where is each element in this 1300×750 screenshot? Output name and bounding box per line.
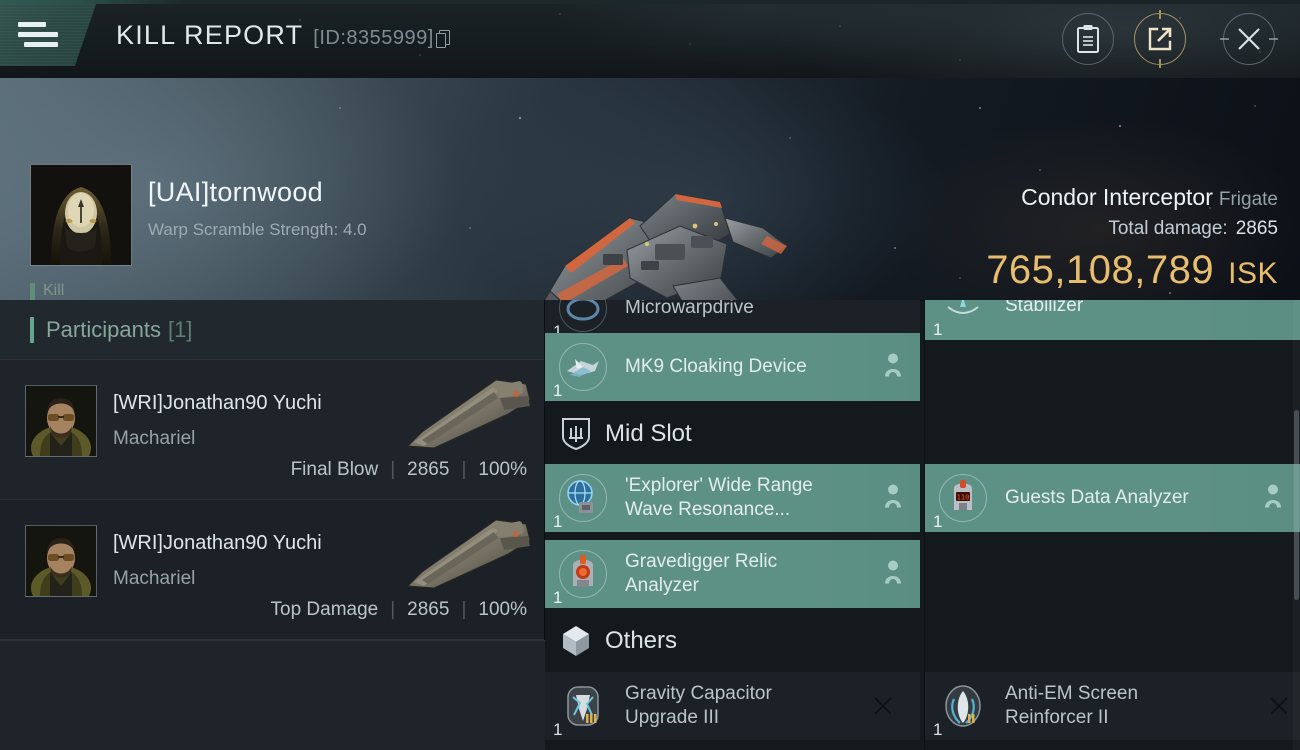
section-title: Mid Slot [605,420,692,447]
participant-tag: Top Damage [270,599,379,620]
fitting-item-stabilizer[interactable]: 1 Stabilizer [925,300,1300,340]
destroyed-x-icon [1268,695,1290,717]
status-badge-label: Kill [43,282,65,299]
participants-count: [1] [167,316,193,342]
participants-header: Participants [1] [0,300,544,360]
victim-subtitle: Warp Scramble Strength: 4.0 [148,220,367,239]
fitting-item-qty: 1 [933,720,943,739]
fitting-item-name: Guests Data Analyzer [1005,486,1189,508]
share-button[interactable] [1134,10,1186,68]
pilot-portrait-avatar[interactable] [25,385,97,457]
fitted-person-icon [884,560,902,589]
fitting-item-qty: 1 [933,320,943,339]
titlebar-accent-line [0,0,1300,4]
fitting-column-divider [924,300,925,750]
clipboard-button[interactable] [1062,13,1114,65]
fitting-item-qty: 1 [553,381,563,400]
participants-title: Participants [46,316,161,342]
stabilizer-icon [939,300,987,330]
victim-portrait-avatar[interactable] [30,164,132,266]
fitting-item-name: MK9 Cloaking Device [625,355,807,377]
external-link-icon [1148,27,1172,51]
victim-ship-name: Condor Interceptor Frigate [1021,184,1278,210]
participant-ship: Machariel [113,428,196,449]
page-title-text: KILL REPORT [116,20,304,50]
participant-stats: Top Damage | 2865 | 100% [270,599,528,620]
page-title: KILL REPORT [ID:8355999] [116,20,450,51]
status-badge: Kill [30,282,64,300]
mid-slot-shield-icon [561,417,591,451]
fitting-scrollbar-thumb[interactable] [1294,410,1299,600]
total-damage: Total damage: 2865 [1108,218,1278,239]
relic-analyzer-icon [559,550,607,598]
participant-ship: Machariel [113,568,196,589]
machariel-ship-icon [404,514,534,594]
fitting-item-qty: 1 [553,720,563,739]
fitting-item-gravity-capacitor-rig[interactable]: 1 Gravity Capacitor Upgrade III [545,672,920,740]
participant-percent: 100% [478,599,527,620]
hamburger-menu-icon [18,22,58,48]
clipboard-icon [1077,25,1099,53]
total-damage-value: 2865 [1235,218,1278,239]
condor-ship-render [495,166,825,300]
pilot-portrait-avatar[interactable] [25,525,97,597]
status-badge-accent [30,282,35,300]
report-id-label: [ID:8355999] [313,27,450,50]
machariel-ship-icon [404,374,534,454]
isk-unit: ISK [1228,257,1278,290]
destroyed-x-icon [872,695,894,717]
wave-resonance-scanner-icon [559,474,607,522]
close-button[interactable] [1220,13,1278,65]
fitted-person-icon [1264,484,1282,513]
participant-damage: 2865 [407,599,450,620]
fitting-item-name: 'Explorer' Wide Range Wave Resonance... [625,474,813,520]
participants-panel: Participants [1] [WRI]Jonathan90 Yuchi M… [0,300,545,750]
window-titlebar: KILL REPORT [ID:8355999] [0,0,1300,78]
participants-accent-bar [30,316,34,343]
section-title: Others [605,627,678,654]
participant-damage: 2865 [407,459,450,480]
svg-text:110: 110 [957,494,970,502]
fitting-item-name: Stabilizer [1005,300,1084,316]
fitting-item-name: Anti-EM Screen Reinforcer II [1005,682,1139,728]
cloaking-device-icon [559,343,607,391]
fitting-scrollbar[interactable] [1293,300,1300,750]
fitting-item-cloaking-device[interactable]: 1 MK9 Cloaking Device [545,333,920,401]
fitting-item-data-analyzer[interactable]: 110 1 Guests Data Analyzer [925,464,1300,532]
data-analyzer-icon: 110 [939,474,987,522]
fitting-item-name: Gravedigger Relic Analyzer [625,550,778,596]
table-row[interactable]: [WRI]Jonathan90 Yuchi Machariel Top Dama… [0,500,544,640]
gravity-capacitor-rig-icon [559,682,607,730]
kill-summary-hero: [UAI]tornwood Warp Scramble Strength: 4.… [0,78,1300,300]
fitting-item-anti-em-screen-rig[interactable]: 1 Anti-EM Screen Reinforcer II [925,672,1300,740]
fitting-item-qty: 1 [553,512,563,531]
section-header-others: Others [545,610,1300,672]
victim-ship-class: Frigate [1218,189,1278,210]
victim-name[interactable]: [UAI]tornwood [148,177,323,208]
copy-icon[interactable] [435,30,450,48]
participant-name[interactable]: [WRI]Jonathan90 Yuchi [113,392,322,415]
participant-name[interactable]: [WRI]Jonathan90 Yuchi [113,532,322,555]
others-cube-icon [561,624,591,658]
anti-em-screen-rig-icon [939,682,987,730]
section-header-mid-slot: Mid Slot [545,403,1300,465]
fitting-item-wave-resonance-scanner[interactable]: 1 'Explorer' Wide Range Wave Resonance..… [545,464,920,532]
fitted-person-icon [884,484,902,513]
participants-empty-area [0,640,545,750]
isk-value: 765,108,789 ISK [986,248,1278,292]
fitting-item-name: Gravity Capacitor Upgrade III [625,682,772,728]
table-row[interactable]: [WRI]Jonathan90 Yuchi Machariel Final Bl… [0,360,544,500]
participant-stats: Final Blow | 2865 | 100% [290,459,527,480]
fitting-item-qty: 1 [553,588,563,607]
fitting-item-qty: 1 [933,512,943,531]
close-x-icon [1238,28,1260,50]
microwarpdrive-icon [559,300,607,332]
fitting-item-relic-analyzer[interactable]: 1 Gravedigger Relic Analyzer [545,540,920,608]
fitted-person-icon [884,353,902,382]
participant-tag: Final Blow [290,459,379,480]
fitting-panel: 1 Microwarpdrive 1 Stabilizer 1 MK9 Cloa… [545,300,1300,750]
participant-percent: 100% [478,459,527,480]
